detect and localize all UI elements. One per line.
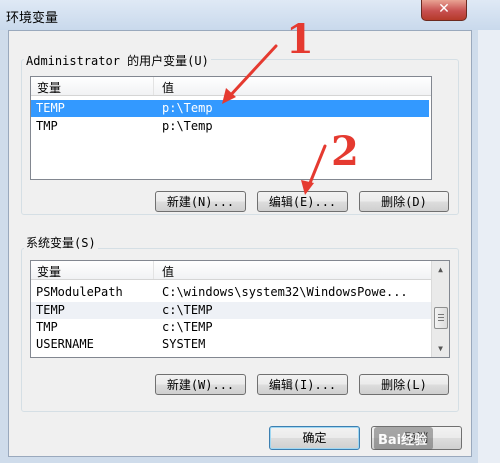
- scroll-up-arrow-icon[interactable]: ▲: [432, 261, 449, 278]
- user-var-row-tmp[interactable]: TMP p:\Temp: [31, 118, 429, 135]
- column-header-variable[interactable]: 变量: [37, 79, 61, 96]
- scrollbar-thumb[interactable]: [434, 307, 448, 329]
- column-divider[interactable]: [153, 77, 154, 95]
- var-value: SYSTEM: [162, 337, 206, 351]
- column-header-variable[interactable]: 变量: [37, 263, 61, 280]
- system-vars-list[interactable]: 变量 值 PSModulePath C:\windows\system32\Wi…: [30, 260, 450, 358]
- var-value: p:\Temp: [162, 119, 213, 133]
- var-value: C:\windows\system32\WindowsPowe...: [162, 285, 408, 299]
- var-name: TEMP: [36, 303, 65, 317]
- title-bar: 环境变量 ✕: [0, 0, 500, 30]
- dialog-body: Administrator 的用户变量(U) 变量 值 TEMP p:\Temp…: [8, 30, 472, 457]
- system-var-row[interactable]: PSModulePath C:\windows\system32\Windows…: [31, 284, 431, 301]
- grip-line: [438, 320, 444, 321]
- var-value: p:\Temp: [162, 101, 213, 115]
- close-icon: ✕: [438, 1, 450, 17]
- annotation-step-1: 1: [286, 16, 314, 63]
- column-divider[interactable]: [153, 261, 154, 279]
- system-vars-label: 系统变量(S): [24, 234, 98, 251]
- user-vars-label: Administrator 的用户变量(U): [24, 52, 211, 69]
- close-button[interactable]: ✕: [421, 0, 467, 21]
- system-delete-button[interactable]: 删除(L): [359, 374, 449, 395]
- window-title: 环境变量: [6, 11, 59, 26]
- user-new-button[interactable]: 新建(N)...: [155, 191, 246, 212]
- system-edit-button[interactable]: 编辑(I)...: [257, 374, 348, 395]
- scroll-down-arrow-icon[interactable]: ▼: [432, 340, 449, 357]
- user-edit-button[interactable]: 编辑(E)...: [257, 191, 348, 212]
- user-var-row-temp[interactable]: TEMP p:\Temp: [31, 100, 429, 117]
- system-var-row[interactable]: USERNAME SYSTEM: [31, 336, 431, 353]
- var-name: TMP: [36, 119, 58, 133]
- var-name: USERNAME: [36, 337, 94, 351]
- system-vars-scrollbar[interactable]: ▲ ▼: [431, 261, 449, 357]
- user-vars-header: 变量 值: [31, 77, 431, 96]
- grip-line: [438, 317, 444, 318]
- var-name: TEMP: [36, 101, 65, 115]
- var-value: c:\TEMP: [162, 320, 213, 334]
- background-window-edge: [478, 30, 500, 463]
- annotation-step-2: 2: [331, 128, 359, 175]
- var-name: TMP: [36, 320, 58, 334]
- var-name: PSModulePath: [36, 285, 123, 299]
- grip-line: [438, 314, 444, 315]
- column-header-value[interactable]: 值: [162, 263, 174, 280]
- system-var-row[interactable]: TEMP c:\TEMP: [31, 302, 431, 319]
- watermark: Bai经验: [374, 427, 434, 450]
- system-var-row[interactable]: TMP c:\TEMP: [31, 319, 431, 336]
- user-vars-list[interactable]: 变量 值 TEMP p:\Temp TMP p:\Temp: [30, 76, 432, 180]
- system-vars-header: 变量 值: [31, 261, 432, 280]
- user-delete-button[interactable]: 删除(D): [359, 191, 449, 212]
- column-header-value[interactable]: 值: [162, 79, 174, 96]
- var-value: c:\TEMP: [162, 303, 213, 317]
- system-new-button[interactable]: 新建(W)...: [155, 374, 246, 395]
- ok-button[interactable]: 确定: [269, 426, 360, 450]
